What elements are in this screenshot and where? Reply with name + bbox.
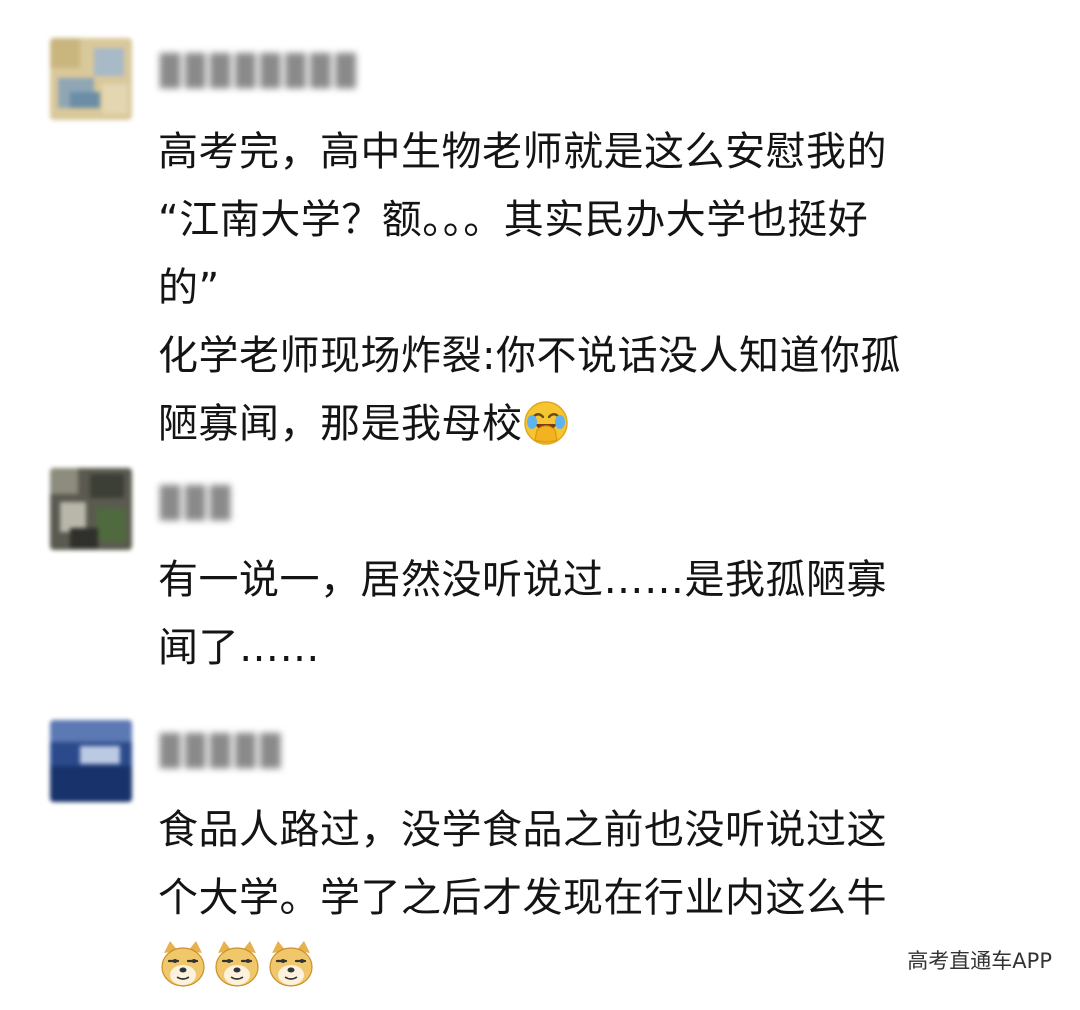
- avatar[interactable]: [50, 720, 132, 802]
- doge-face-icon: [266, 939, 316, 989]
- comment-text: 有一说一，居然没听说过……是我孤陋寡 闻了……: [158, 546, 1038, 682]
- emoji-row: [158, 932, 1038, 1000]
- username-blurred[interactable]: ▉▉▉▉▉▉▉▉: [160, 54, 361, 89]
- username-blurred[interactable]: ▉▉▉▉▉: [160, 734, 285, 769]
- comment-line: 陋寡闻，那是我母校: [158, 390, 1038, 458]
- comment-line: 个大学。学了之后才发现在行业内这么牛: [158, 875, 887, 921]
- comment-line: “江南大学？额。。。其实民办大学也挺好: [158, 197, 869, 243]
- doge-face-icon: [158, 939, 208, 989]
- comment-line: 有一说一，居然没听说过……是我孤陋寡: [158, 557, 887, 603]
- comment-line: 食品人路过，没学食品之前也没听说过这: [158, 807, 887, 853]
- crying-laughing-face-icon: [523, 399, 569, 445]
- avatar[interactable]: [50, 468, 132, 550]
- watermark: 高考直通车APP: [907, 949, 1052, 973]
- comment-text: 高考完，高中生物老师就是这么安慰我的 “江南大学？额。。。其实民办大学也挺好 的…: [158, 118, 1038, 458]
- username-blurred[interactable]: ▉▉▉: [160, 486, 235, 521]
- comment-line: 化学老师现场炸裂:你不说话没人知道你孤: [158, 333, 901, 379]
- comment-text: 食品人路过，没学食品之前也没听说过这 个大学。学了之后才发现在行业内这么牛: [158, 796, 1038, 1000]
- comment-line: 的”: [158, 265, 220, 311]
- doge-face-icon: [212, 939, 262, 989]
- avatar[interactable]: [50, 38, 132, 120]
- comment-line: 闻了……: [158, 625, 320, 671]
- comment-line: 高考完，高中生物老师就是这么安慰我的: [158, 129, 887, 175]
